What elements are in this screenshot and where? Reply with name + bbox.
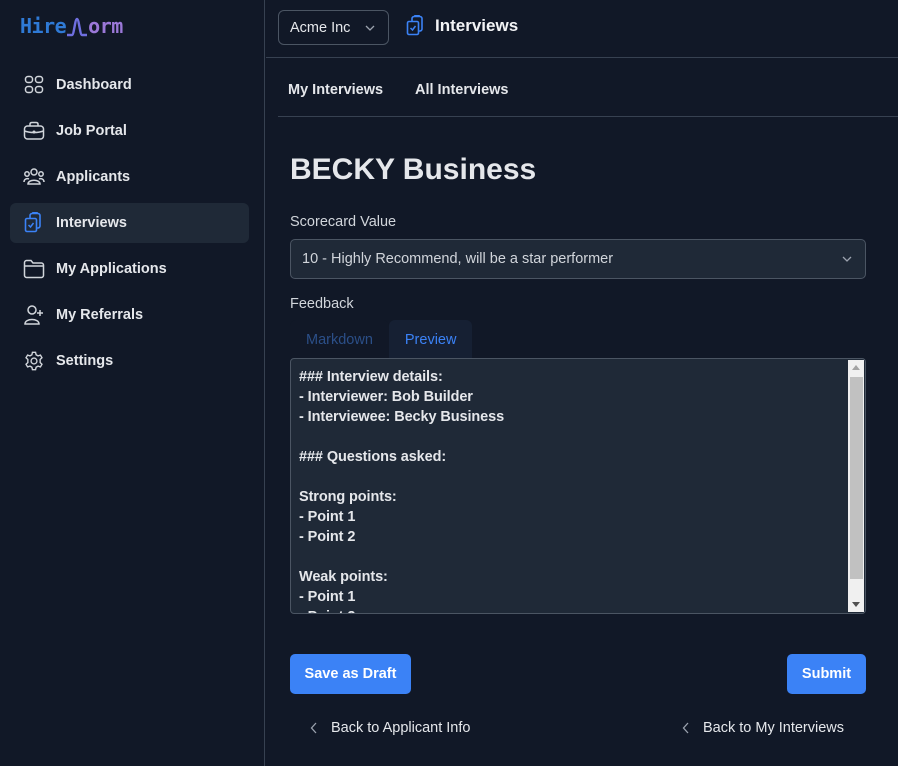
sidebar-item-label: Dashboard [56,77,132,93]
sidebar-item-dashboard[interactable]: Dashboard [10,65,249,105]
page-heading: Interviews [406,15,518,37]
sidebar-item-label: Interviews [56,215,127,231]
sidebar: Hire orm Dashboard Job Portal Applicants… [0,0,265,766]
sidebar-item-job-portal[interactable]: Job Portal [10,111,249,151]
feedback-label: Feedback [290,296,354,312]
feedback-editor-tabs: Markdown Preview [290,320,473,359]
scorecard-select-value: 10 - Highly Recommend, will be a star pe… [302,251,614,267]
sidebar-item-settings[interactable]: Settings [10,341,249,381]
scorecard-label: Scorecard Value [290,214,397,230]
top-bar: Acme Inc Interviews [266,0,898,58]
sidebar-item-label: Settings [56,353,114,369]
sidebar-item-label: My Applications [56,261,167,277]
clipboard-check-icon [406,15,423,36]
app-logo[interactable]: Hire orm [20,14,123,38]
sidebar-item-label: Applicants [56,169,131,185]
clipboard-check-icon [23,212,45,234]
applicant-name-title: BECKY Business [290,153,537,186]
organization-select[interactable]: Acme Inc [278,10,389,45]
sidebar-item-applicants[interactable]: Applicants [10,157,249,197]
sidebar-item-my-applications[interactable]: My Applications [10,249,249,289]
scorecard-select[interactable]: 10 - Highly Recommend, will be a star pe… [290,239,866,279]
page-title: Interviews [435,16,519,35]
back-to-applicant-link[interactable]: Back to Applicant Info [310,720,470,736]
sidebar-item-label: Job Portal [56,123,127,139]
logo-wave-icon [67,17,88,36]
chevron-down-icon [842,256,852,262]
organization-select-value: Acme Inc [290,19,351,36]
feedback-scrollbar[interactable] [848,360,864,612]
sidebar-item-label: My Referrals [56,307,144,323]
scroll-down-arrow-icon[interactable] [852,602,860,607]
feedback-content: ### Interview details: - Interviewer: Bo… [299,369,505,613]
sidebar-item-my-referrals[interactable]: My Referrals [10,295,249,335]
tab-preview[interactable]: Preview [388,320,473,359]
chevron-left-icon [682,722,689,734]
dashboard-grid-icon [23,74,45,96]
feedback-preview[interactable]: ### Interview details: - Interviewer: Bo… [290,358,866,614]
scroll-up-arrow-icon[interactable] [852,365,860,370]
gear-icon [23,350,45,372]
submit-button[interactable]: Submit [787,654,866,694]
chevron-down-icon [365,25,375,31]
sidebar-item-interviews[interactable]: Interviews [10,203,249,243]
interview-tabs: My Interviews All Interviews [278,58,898,117]
save-as-draft-button[interactable]: Save as Draft [290,654,411,694]
tab-my-interviews[interactable]: My Interviews [288,82,383,98]
users-icon [23,166,45,188]
briefcase-icon [23,120,45,142]
chevron-left-icon [310,722,317,734]
back-to-my-interviews-link[interactable]: Back to My Interviews [682,720,844,736]
tab-markdown[interactable]: Markdown [290,320,389,359]
sidebar-nav: Dashboard Job Portal Applicants Intervie… [10,65,249,387]
tab-all-interviews[interactable]: All Interviews [415,82,508,98]
user-plus-icon [23,304,45,326]
scrollbar-thumb[interactable] [850,377,863,579]
folder-icon [23,258,45,280]
